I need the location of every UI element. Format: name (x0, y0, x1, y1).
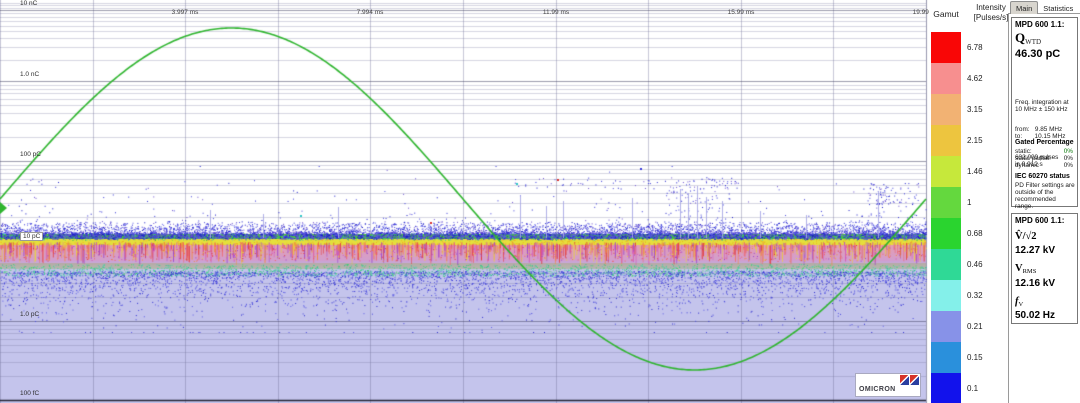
view-tabs: Main Statistics (1010, 1, 1078, 14)
gamut-scale-value: 2.15 (967, 136, 983, 145)
panel-q-title: MPD 600 1.1: (1015, 20, 1065, 29)
x-axis-tick-label: 3.997 ms (171, 9, 199, 16)
qwtd-value: 46.30 pC (1015, 48, 1061, 60)
gamut-scale-value: 0.1 (967, 384, 979, 393)
frequency-symbol: fV (1015, 296, 1024, 308)
vpeak-symbol: V̂/√2 (1015, 231, 1037, 242)
vrms-value: 12.16 kV (1015, 278, 1056, 289)
y-axis-tick-label: 1.0 nC (20, 71, 40, 78)
omicron-flag-icon (900, 375, 909, 385)
chart-plot-canvas (0, 0, 929, 403)
omicron-logo: OMICRON (855, 373, 921, 397)
gamut-scale-value: 0.15 (967, 353, 983, 362)
frequency-value: 50.02 Hz (1015, 310, 1056, 321)
gamut-scale-value: 1.46 (967, 167, 983, 176)
panel-v-title: MPD 600 1.1: (1015, 216, 1065, 225)
gamut-scale-value: 1 (967, 198, 972, 207)
gamut-scale-value: 4.62 (967, 74, 983, 83)
x-axis-tick-label: 15.99 ms (727, 9, 755, 16)
vrms-symbol: VRMS (1015, 263, 1037, 275)
gamut-colorbar (931, 32, 961, 403)
qwtd-symbol: QWTD (1015, 30, 1042, 46)
gamut-color-segment (931, 342, 961, 373)
mpd600-measurement-window: OMICRON 3.997 ms 7.994 ms 11.99 ms 15.99 ms… (0, 0, 1080, 403)
gated-percentage-rows: static: 0% static partial: 0% dynamic 0% (1015, 148, 1073, 169)
iec-status-header: IEC 60270 status (1015, 173, 1070, 180)
gamut-color-segment (931, 249, 961, 280)
gamut-color-segment (931, 311, 961, 342)
gamut-scale-value: 3.15 (967, 105, 983, 114)
gamut-color-segment (931, 156, 961, 187)
tab-statistics[interactable]: Statistics (1038, 2, 1078, 14)
gamut-scale-value: 0.21 (967, 322, 983, 331)
gamut-scale-value: 0.32 (967, 291, 983, 300)
gamut-color-segment (931, 373, 961, 403)
gamut-scale-value: 0.68 (967, 229, 983, 238)
y-axis-tick-label: 100 pC (20, 151, 41, 158)
gamut-color-segment (931, 218, 961, 249)
y-axis-tick-label: 10 pC (20, 232, 44, 241)
gamut-color-segment (931, 63, 961, 94)
gamut-color-segment (931, 187, 961, 218)
gamut-color-segment (931, 94, 961, 125)
tab-main[interactable]: Main (1010, 1, 1039, 14)
iec-status-text: PD Filter settings are outside of the reco… (1015, 182, 1075, 210)
x-axis-tick-label: 11.99 ms (542, 9, 570, 16)
gamut-color-segment (931, 125, 961, 156)
x-axis-tick-label: 19.99 ms (912, 9, 929, 16)
x-axis-tick-label: 7.994 ms (356, 9, 384, 16)
gamut-color-segment (931, 32, 961, 63)
prpd-stream-chart: OMICRON 3.997 ms 7.994 ms 11.99 ms 15.99 ms… (0, 0, 929, 403)
voltage-measurement-panel: MPD 600 1.1: V̂/√2 12.27 kV VRMS 12.16 k… (1011, 213, 1078, 324)
vpeak-value: 12.27 kV (1015, 245, 1056, 256)
omicron-logo-text: OMICRON (859, 386, 896, 393)
omicron-flag-icon (910, 375, 919, 385)
gamut-scale-value: 6.78 (967, 43, 983, 52)
gated-percentage-header: Gated Percentage (1015, 139, 1074, 146)
charge-measurement-panel: MPD 600 1.1: QWTD 46.30 pC Freq. integra… (1011, 17, 1078, 210)
y-axis-tick-label: 100 fC (20, 390, 40, 397)
gamut-scale-value: 0.46 (967, 260, 983, 269)
y-axis-tick-label: 1.0 pC (20, 311, 40, 318)
y-axis-tick-label: 10 nC (20, 0, 38, 7)
gamut-color-segment (931, 280, 961, 311)
